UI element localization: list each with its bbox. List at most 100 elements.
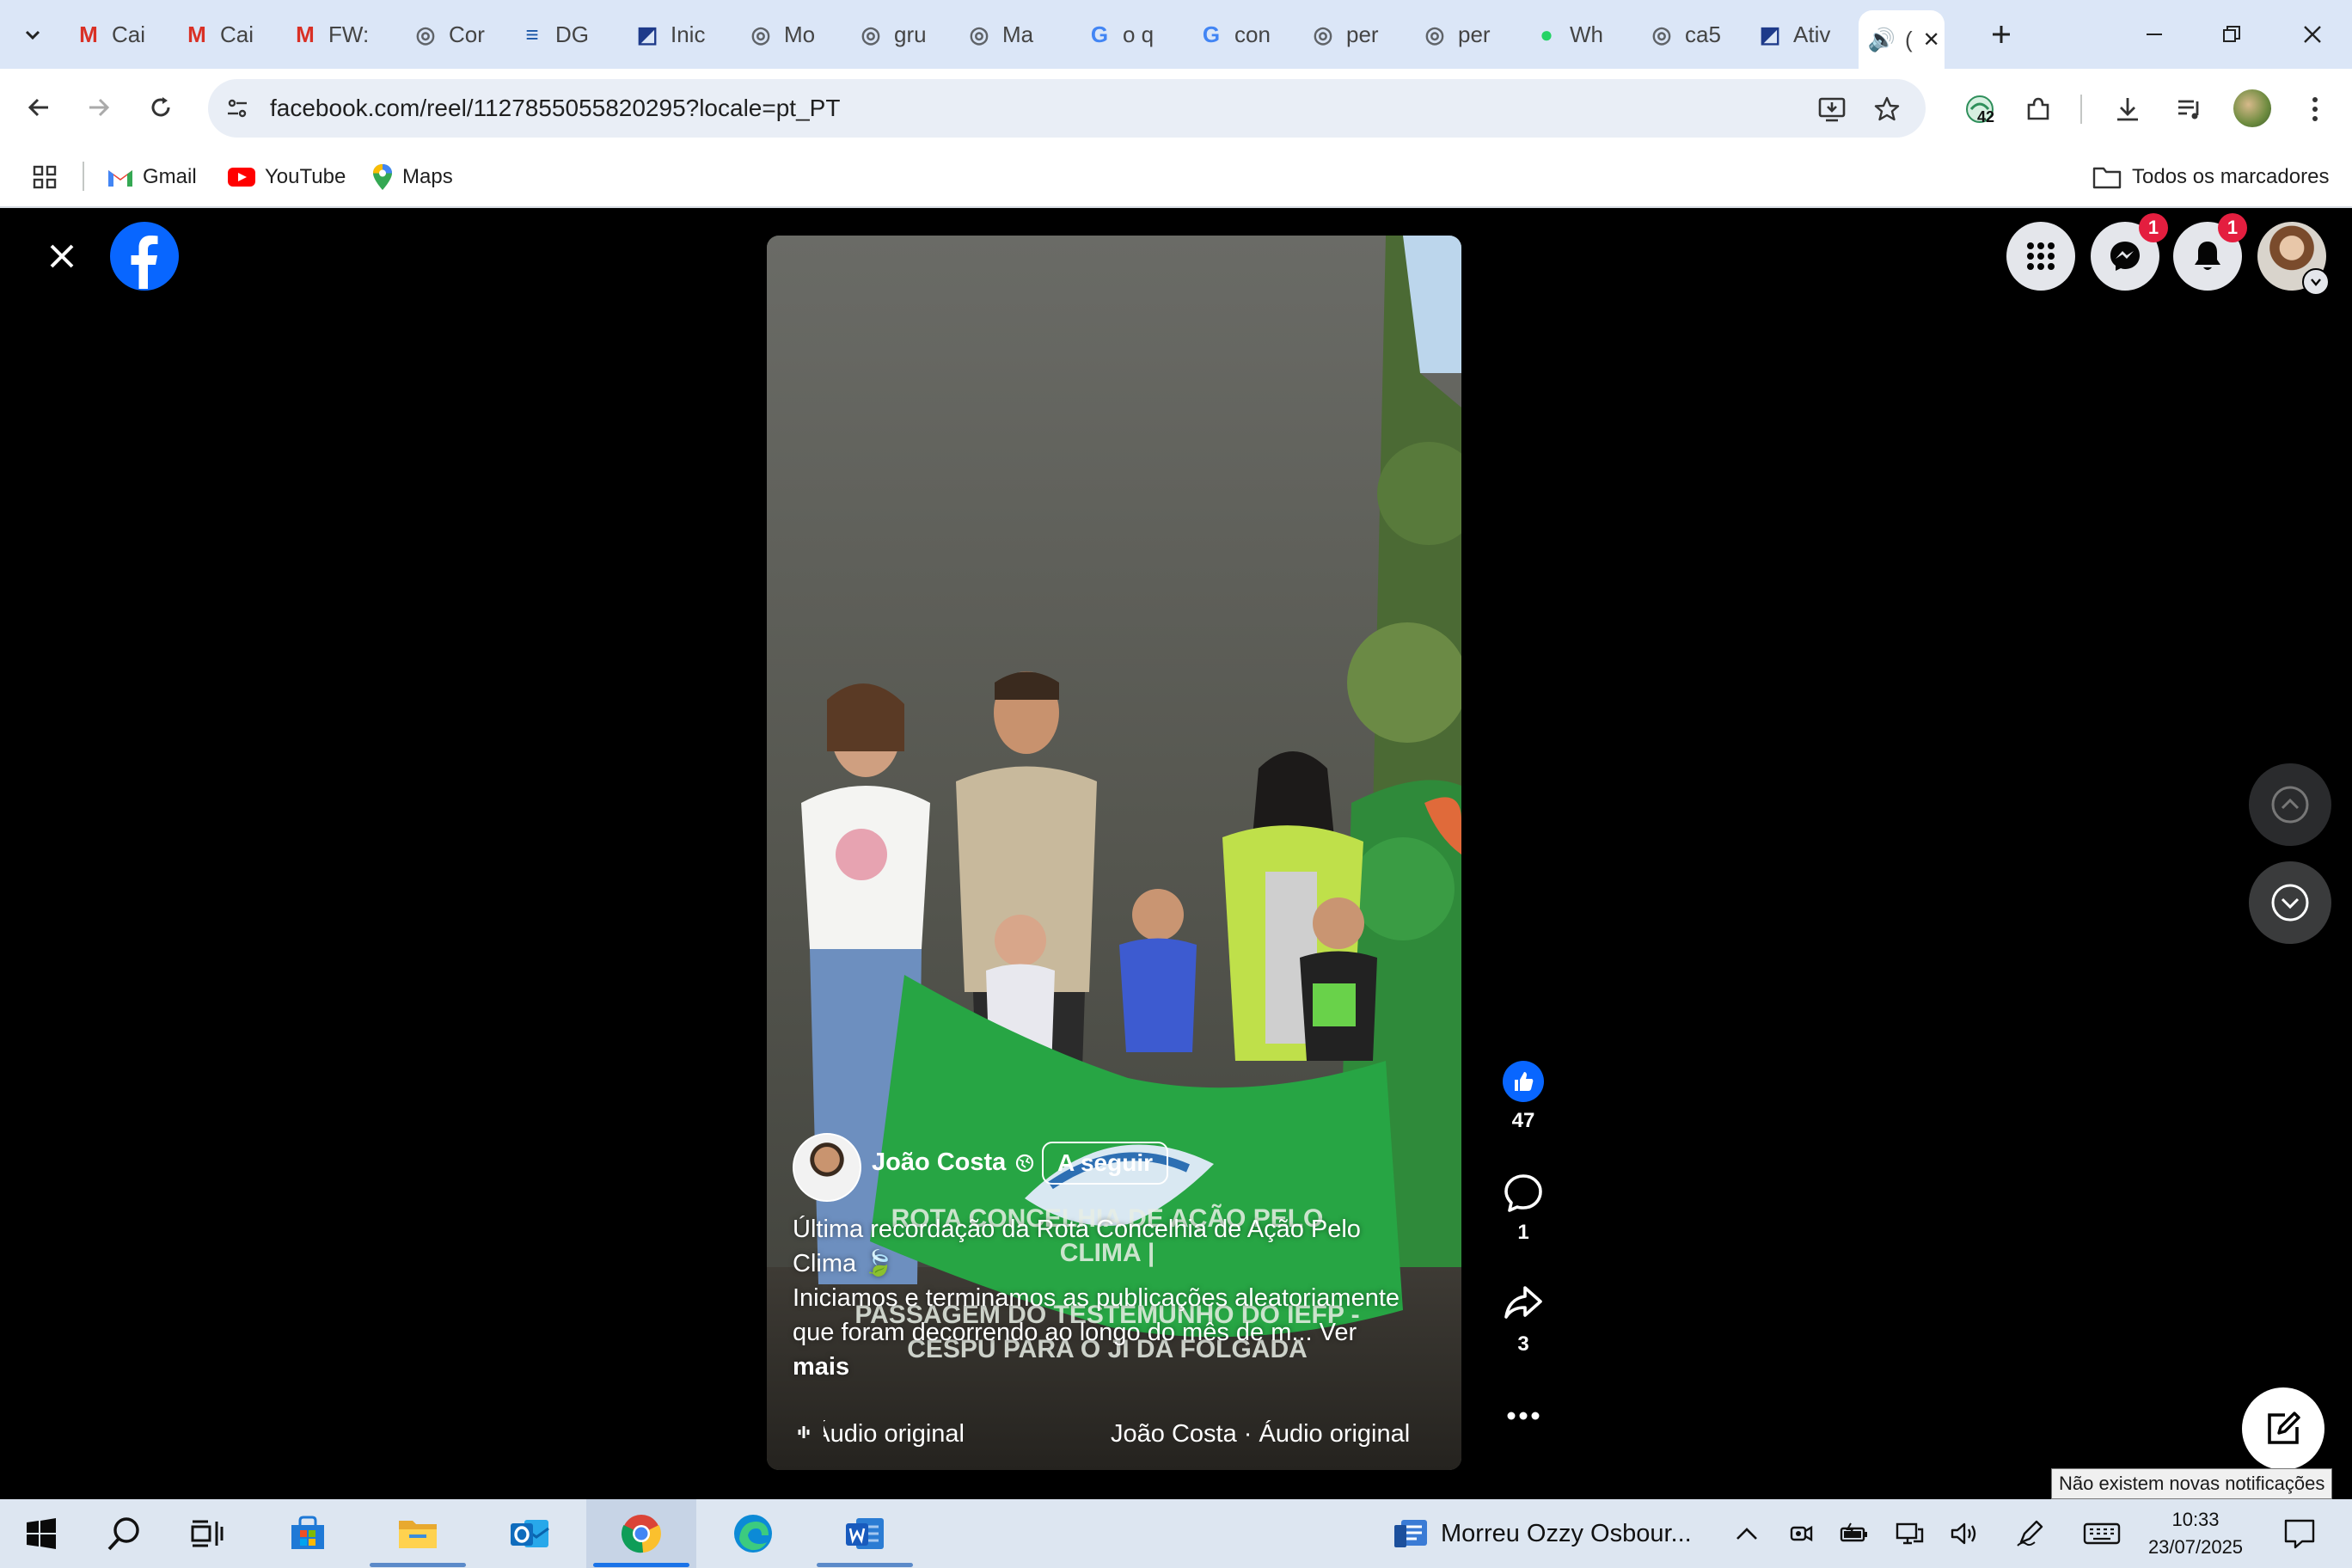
reel-video[interactable]: ROTA CONCELHIA DE AÇÃO PELO CLIMA | PASS… xyxy=(767,236,1461,1470)
more-options-button[interactable] xyxy=(1501,1396,1546,1436)
tray-network-icon[interactable] xyxy=(1883,1504,1936,1563)
audio-track-right[interactable]: João Costa · Áudio original xyxy=(1111,1420,1410,1449)
author-name[interactable]: João Costa xyxy=(872,1148,1006,1177)
extension-badge: 42 xyxy=(1977,108,1995,126)
back-button[interactable] xyxy=(17,86,60,129)
extension-icon[interactable]: 42 xyxy=(1957,86,2003,132)
tray-pen-icon[interactable] xyxy=(2003,1504,2056,1563)
browser-menu-button[interactable] xyxy=(2294,86,2337,132)
tab-item[interactable]: ◎ per xyxy=(1310,9,1406,60)
word-app[interactable] xyxy=(836,1504,894,1563)
menu-button[interactable] xyxy=(2006,222,2075,291)
globe-icon: ◎ xyxy=(1651,21,1672,47)
like-button[interactable] xyxy=(1503,1061,1544,1102)
audio-track-left[interactable]: sta · Áudio original xyxy=(824,1420,965,1448)
close-window-button[interactable] xyxy=(2287,12,2338,57)
news-widget[interactable]: Morreu Ozzy Osbour... xyxy=(1393,1510,1692,1558)
tray-meet-icon[interactable] xyxy=(1774,1504,1828,1563)
touch-keyboard-button[interactable] xyxy=(2072,1504,2132,1563)
url-text[interactable]: facebook.com/reel/1127855055820295?local… xyxy=(270,93,840,124)
action-center-button[interactable] xyxy=(2269,1504,2330,1563)
forward-button[interactable] xyxy=(77,86,120,129)
all-bookmarks-button[interactable]: Todos os marcadores xyxy=(2092,158,2329,196)
maps-pin-icon xyxy=(373,164,392,190)
tab-item[interactable]: ◩ Ativ xyxy=(1757,9,1850,60)
tab-item[interactable]: Gcon xyxy=(1198,9,1295,60)
tab-item[interactable]: ◎ ca5 xyxy=(1649,9,1742,60)
tab-item[interactable]: ◎ Mo xyxy=(748,9,842,60)
tab-item[interactable]: 🔊 (✕ xyxy=(1859,10,1945,69)
see-more-link[interactable]: mais xyxy=(793,1350,1437,1384)
site-info-icon[interactable] xyxy=(220,91,254,126)
new-tab-button[interactable] xyxy=(1979,12,2024,57)
bookmark-star-icon[interactable] xyxy=(1867,89,1907,129)
tab-item[interactable]: ◩ Inic xyxy=(634,9,732,60)
bookmark-gmail[interactable]: Gmail xyxy=(107,158,197,196)
reload-button[interactable] xyxy=(139,86,182,129)
tab-label: con xyxy=(1234,21,1271,47)
compose-icon xyxy=(2268,1412,2300,1444)
edge-app[interactable] xyxy=(724,1504,782,1563)
task-view-button[interactable] xyxy=(177,1504,236,1563)
new-message-button[interactable] xyxy=(2242,1387,2324,1470)
share-button[interactable] xyxy=(1501,1281,1546,1326)
search-button[interactable] xyxy=(95,1504,153,1563)
previous-reel-button[interactable] xyxy=(2249,763,2331,846)
bookmark-maps[interactable]: Maps xyxy=(371,158,453,196)
tray-volume-icon[interactable] xyxy=(1938,1504,1991,1563)
bookmark-youtube[interactable]: YouTube xyxy=(227,158,346,196)
tab-item[interactable]: M FW: xyxy=(292,9,397,60)
clock[interactable]: 10:33 23/07/2025 xyxy=(2135,1503,2256,1565)
tray-battery-icon[interactable] xyxy=(1828,1504,1881,1563)
outlook-app[interactable] xyxy=(500,1504,559,1563)
profile-avatar[interactable] xyxy=(2233,89,2271,127)
next-reel-button[interactable] xyxy=(2249,861,2331,944)
author-avatar[interactable] xyxy=(793,1133,861,1202)
comment-button[interactable] xyxy=(1501,1171,1546,1216)
tab-item[interactable]: ◎ gru xyxy=(858,9,951,60)
tab-item[interactable]: ≡ DG xyxy=(519,9,619,60)
chevron-down-circle-icon xyxy=(2271,884,2309,922)
notification-tooltip: Não existem novas notificações xyxy=(2051,1468,2333,1499)
comment-icon xyxy=(1504,1174,1542,1212)
facebook-logo[interactable] xyxy=(110,222,179,291)
globe-icon: ◎ xyxy=(861,21,881,47)
restore-icon xyxy=(2223,26,2240,42)
extensions-puzzle-icon[interactable] xyxy=(2015,86,2061,132)
tab-search-button[interactable] xyxy=(12,14,53,55)
downloads-icon[interactable] xyxy=(2104,86,2151,132)
site-icon: ◩ xyxy=(1759,21,1781,47)
close-reel-button[interactable] xyxy=(38,232,86,280)
apps-grid-icon[interactable] xyxy=(26,158,64,196)
follow-button[interactable]: A seguir xyxy=(1042,1142,1168,1185)
tab-label: Mo xyxy=(784,21,816,47)
news-icon xyxy=(1394,1520,1427,1547)
word-icon xyxy=(846,1518,884,1549)
account-chevron[interactable] xyxy=(2302,268,2330,296)
tab-item[interactable]: ◎ Ma xyxy=(966,9,1071,60)
tab-item[interactable]: ● Wh xyxy=(1534,9,1633,60)
store-app[interactable] xyxy=(279,1504,337,1563)
start-button[interactable] xyxy=(12,1504,70,1563)
news-headline[interactable]: Morreu Ozzy Osbour... xyxy=(1441,1520,1692,1548)
tab-item[interactable]: M Cai xyxy=(184,9,279,60)
tab-label: Cor xyxy=(449,21,485,47)
tab-label: Cai xyxy=(220,21,254,47)
show-hidden-icons-button[interactable] xyxy=(1719,1504,1774,1563)
clock-time: 10:33 xyxy=(2171,1509,2220,1530)
caption-line[interactable]: que foram decorrendo ao longo do mês de … xyxy=(793,1315,1437,1350)
minimize-button[interactable] xyxy=(2128,12,2180,57)
tab-item[interactable]: Go q xyxy=(1087,9,1183,60)
chrome-app[interactable] xyxy=(612,1504,671,1563)
file-explorer-app[interactable] xyxy=(389,1504,447,1563)
more-horizontal-icon xyxy=(1507,1412,1540,1420)
media-controls-icon[interactable] xyxy=(2166,86,2213,132)
all-bookmarks-label: Todos os marcadores xyxy=(2132,165,2330,188)
install-app-icon[interactable] xyxy=(1812,89,1852,129)
close-tab-icon[interactable]: ✕ xyxy=(1923,28,1940,52)
restore-button[interactable] xyxy=(2206,12,2257,57)
audio-track-scroll[interactable]: sta · Áudio original xyxy=(824,1420,965,1449)
tab-item[interactable]: ◎ Cor xyxy=(413,9,504,60)
tab-item[interactable]: M Cai xyxy=(76,9,170,60)
tab-item[interactable]: ◎ per xyxy=(1422,9,1518,60)
